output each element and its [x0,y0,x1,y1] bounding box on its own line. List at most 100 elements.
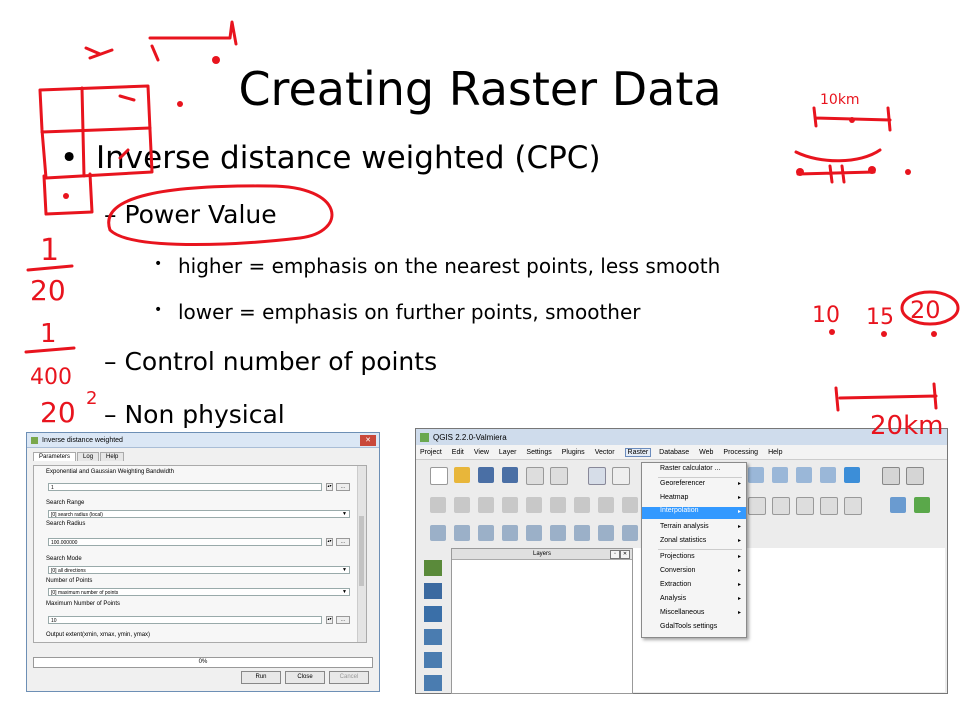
menu-edit[interactable]: Edit [452,449,464,456]
menu-item-interpolation[interactable]: Interpolation [642,507,746,519]
num-points-label: Number of Points [46,578,93,584]
bandwidth-input[interactable]: 1 [48,483,322,491]
chevron-right-icon: ▸ [737,610,741,616]
menu-item-analysis[interactable]: Analysis [660,595,686,602]
add-wfs-icon[interactable] [574,525,590,541]
menu-item-miscellaneous[interactable]: Miscellaneous [660,609,704,616]
refresh-icon[interactable] [844,467,860,483]
new-project-icon[interactable] [430,467,448,485]
label-pin-icon[interactable] [772,497,790,515]
menu-raster[interactable]: Raster [624,447,652,457]
menu-project[interactable]: Project [420,449,442,456]
label-change-icon[interactable] [820,497,838,515]
search-range-select[interactable]: [0] search radius (local) [48,510,350,518]
copy-icon[interactable] [622,497,638,513]
menu-item-georeferencer[interactable]: Georeferencer [660,480,705,487]
menu-item-terrain-analysis[interactable]: Terrain analysis [660,523,709,530]
search-radius-input[interactable]: 100.000000 [48,538,322,546]
save-icon[interactable] [478,467,494,483]
zoom-last-icon[interactable] [796,467,812,483]
max-points-spinner[interactable]: ▴▾ [326,616,333,624]
search-mode-select[interactable]: [0] all directions [48,566,350,574]
add-vector-layer-icon[interactable] [424,560,442,576]
add-wms-icon[interactable] [526,525,542,541]
add-raster-icon[interactable] [454,525,470,541]
chevron-down-icon[interactable]: ▼ [342,511,347,517]
zoom-next-icon[interactable] [820,467,836,483]
save-edits-icon[interactable] [478,497,494,513]
close-icon[interactable]: ✕ [360,434,376,446]
menu-settings[interactable]: Settings [526,449,551,456]
move-feature-icon[interactable] [526,497,542,513]
menu-item-raster-calculator[interactable]: Raster calculator ... [660,465,720,472]
add-wcs-icon[interactable] [550,525,566,541]
menu-vector[interactable]: Vector [595,449,615,456]
label-icon[interactable] [748,497,766,515]
menu-item-projections[interactable]: Projections [660,553,695,560]
scrollbar-thumb[interactable] [359,516,364,586]
new-layer-icon[interactable] [622,525,638,541]
menu-layer[interactable]: Layer [499,449,517,456]
add-spatialite-layer-icon[interactable] [424,629,442,645]
zoom-full-icon[interactable] [748,467,764,483]
label-rotate-icon[interactable] [796,497,814,515]
menu-item-zonal-statistics[interactable]: Zonal statistics [660,537,706,544]
max-points-browse-button[interactable]: ... [336,616,350,624]
tab-parameters[interactable]: Parameters [33,452,77,461]
add-postgis-layer-icon[interactable] [424,606,442,622]
cut-icon[interactable] [598,497,614,513]
add-spatialite-icon[interactable] [502,525,518,541]
identify-icon[interactable] [882,467,900,485]
bandwidth-spinner[interactable]: ▴▾ [326,483,333,491]
composer-manager-icon[interactable] [550,467,568,485]
label-move-icon[interactable] [844,497,862,515]
tab-help[interactable]: Help [100,452,125,461]
scrollbar[interactable] [357,466,366,642]
toggle-edit-icon[interactable] [454,497,470,513]
add-vector-icon[interactable] [430,525,446,541]
node-tool-icon[interactable] [550,497,566,513]
measure-icon[interactable] [906,467,924,485]
edit-pencil-icon[interactable] [430,497,446,513]
num-points-select[interactable]: [0] maximum number of points [48,588,350,596]
add-wcs-layer-icon[interactable] [424,675,442,691]
add-feature-icon[interactable] [502,497,518,513]
search-radius-browse-button[interactable]: ... [336,538,350,546]
chevron-down-icon[interactable]: ▼ [342,567,347,573]
add-raster-layer-icon[interactable] [424,583,442,599]
select-arrow-icon[interactable] [588,467,606,485]
menu-plugins[interactable]: Plugins [562,449,585,456]
menu-processing[interactable]: Processing [723,449,758,456]
menu-item-conversion[interactable]: Conversion [660,567,695,574]
add-wms-layer-icon[interactable] [424,652,442,668]
search-radius-spinner[interactable]: ▴▾ [326,538,333,546]
menu-database[interactable]: Database [659,449,689,456]
cancel-button[interactable]: Cancel [329,671,369,684]
save-as-icon[interactable] [502,467,518,483]
add-postgis-icon[interactable] [478,525,494,541]
menu-item-gdaltools-settings[interactable]: GdalTools settings [660,623,717,630]
menu-item-extraction[interactable]: Extraction [660,581,691,588]
ink-dot [829,329,835,335]
float-panel-icon[interactable]: ▫ [610,550,620,559]
close-button[interactable]: Close [285,671,325,684]
chevron-down-icon[interactable]: ▼ [342,589,347,595]
close-panel-icon[interactable]: ✕ [620,550,630,559]
menu-help[interactable]: Help [768,449,782,456]
plugin-icon[interactable] [914,497,930,513]
run-button[interactable]: Run [241,671,281,684]
python-console-icon[interactable] [890,497,906,513]
add-csv-icon[interactable] [598,525,614,541]
print-composer-icon[interactable] [526,467,544,485]
tab-log[interactable]: Log [77,452,100,461]
zoom-layer-icon[interactable] [772,467,788,483]
pan-hand-icon[interactable] [612,467,630,485]
open-folder-icon[interactable] [454,467,470,483]
delete-selected-icon[interactable] [574,497,590,513]
ink-scale-bar [834,382,938,412]
menu-view[interactable]: View [474,449,489,456]
max-points-input[interactable]: 10 [48,616,322,624]
menu-item-heatmap[interactable]: Heatmap [660,494,688,501]
menu-web[interactable]: Web [699,449,713,456]
bandwidth-browse-button[interactable]: ... [336,483,350,491]
